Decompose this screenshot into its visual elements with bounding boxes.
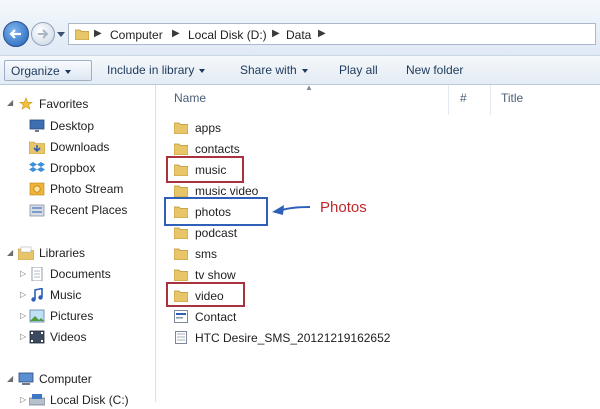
recent-places-icon [29,204,45,217]
star-icon [19,97,33,110]
file-icon-wrapper [174,331,188,349]
file-name: podcast [195,226,238,240]
file-icon-wrapper [173,121,189,139]
nav-item-label: Recent Places [50,203,128,217]
back-button[interactable] [3,21,29,47]
annotation-arrow-icon [272,205,311,215]
nav-favorites-label: Favorites [39,97,89,111]
breadcrumb-arrow-icon[interactable]: ▶ [272,28,280,39]
expand-icon[interactable]: ▷ [20,395,26,404]
folder-icon [173,269,189,282]
address-input[interactable]: ▶ Computer ▶ Local Disk (D:) ▶ Data ▶ [68,23,596,45]
navigation-pane: ◢ Favorites Desktop Downloads Dropbox Ph… [0,85,156,407]
arrow-left-icon [9,29,21,39]
file-icon-wrapper [174,310,188,328]
include-in-library-button[interactable]: Include in library [101,60,211,81]
nav-item-label: Downloads [50,140,110,154]
organize-label: Organize [11,64,60,78]
downloads-folder-icon [29,141,45,154]
document-file-icon [175,331,187,344]
play-all-button[interactable]: Play all [333,60,384,81]
video-highlight-box [166,282,245,307]
nav-item-label: Documents [50,267,111,281]
nav-item-label: Photo Stream [50,182,124,196]
nav-item-label: Dropbox [50,161,96,175]
column-divider [448,85,449,115]
recent-pages-dropdown[interactable] [57,32,65,37]
file-name: HTC Desire_SMS_20121219162652 [195,331,391,345]
expand-icon[interactable]: ▷ [20,311,26,320]
new-folder-button[interactable]: New folder [400,60,469,81]
breadcrumb-data[interactable]: Data [286,28,311,42]
pictures-icon [29,309,45,323]
folder-icon [173,143,189,156]
expand-icon[interactable]: ▷ [20,269,26,278]
nav-item-label: Music [50,288,82,302]
desktop-icon [29,119,45,132]
collapse-icon[interactable]: ◢ [7,374,13,383]
breadcrumb-arrow-icon[interactable]: ▶ [318,28,326,39]
folder-icon [173,185,189,198]
arrow-right-icon [38,29,49,39]
contact-file-icon [174,310,188,323]
address-bar-area: ▶ Computer ▶ Local Disk (D:) ▶ Data ▶ [0,0,600,55]
file-icon-wrapper [173,247,189,265]
photo-stream-icon [29,182,45,196]
disk-drive-icon [29,394,45,406]
collapse-icon[interactable]: ◢ [7,248,13,257]
folder-icon [75,29,89,40]
photos-highlight-box [164,197,268,226]
expand-icon[interactable]: ▷ [20,290,26,299]
organize-button[interactable]: Organize [4,60,92,81]
collapse-icon[interactable]: ◢ [7,98,13,107]
folder-icon [173,227,189,240]
sort-arrow-icon: ▲ [305,83,313,92]
nav-item-label: Pictures [50,309,94,323]
command-toolbar: Organize Include in library Share with P… [0,55,600,85]
breadcrumb-arrow-icon[interactable]: ▶ [94,28,102,39]
chevron-down-icon [199,68,206,73]
music-highlight-box [166,156,244,183]
dropbox-icon [29,162,45,172]
expand-icon[interactable]: ▷ [20,332,26,341]
chevron-down-icon [64,69,71,74]
file-name: sms [195,247,217,261]
documents-icon [31,267,43,281]
computer-icon [18,372,34,385]
include-in-library-label: Include in library [107,63,195,77]
videos-icon [29,330,45,344]
nav-item-label: Videos [50,330,87,344]
nav-libraries-label: Libraries [39,246,86,260]
nav-item-label: Local Disk (C:) [50,393,129,407]
file-name: Contact [195,310,237,324]
folder-icon [173,248,189,261]
file-name: apps [195,121,222,135]
file-icon-wrapper [173,226,189,244]
libraries-icon [18,246,34,260]
column-header-name[interactable]: Name [174,91,206,105]
breadcrumb-local-disk-d[interactable]: Local Disk (D:) [188,28,267,42]
forward-button[interactable] [31,22,55,46]
breadcrumb-arrow-icon[interactable]: ▶ [172,28,180,39]
column-header-number[interactable]: # [460,91,467,105]
annotation-label: Photos [320,199,367,216]
column-divider [490,85,491,115]
share-with-button[interactable]: Share with [234,60,314,81]
nav-computer-label: Computer [39,372,92,386]
share-with-label: Share with [240,63,297,77]
play-all-label: Play all [339,63,378,77]
breadcrumb-computer[interactable]: Computer [110,28,163,42]
folder-icon [173,122,189,135]
music-note-icon [31,288,43,302]
column-header-title[interactable]: Title [501,91,523,105]
new-folder-label: New folder [406,63,464,77]
nav-item-label: Desktop [50,119,95,133]
file-list-pane: Name ▲ # Title apps contacts music music vi… [157,83,600,402]
chevron-down-icon [301,68,308,73]
